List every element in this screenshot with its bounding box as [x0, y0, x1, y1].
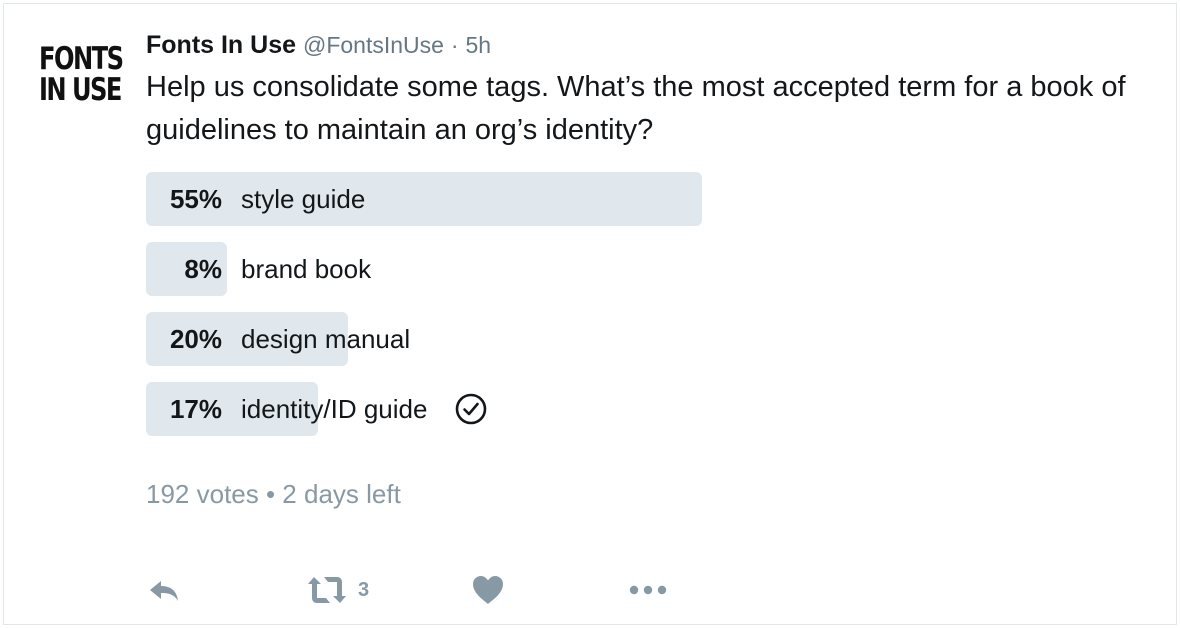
reply-button[interactable]: [146, 570, 182, 610]
author-handle[interactable]: @FontsInUse: [303, 32, 444, 58]
poll-label: identity/ID guide: [241, 394, 428, 424]
tweet-actions: 3: [146, 570, 706, 610]
poll-percent: 8%: [184, 254, 222, 284]
tweet-timestamp[interactable]: 5h: [466, 32, 492, 58]
poll-option-style-guide: 55% style guide: [146, 172, 766, 226]
poll-label-wrap: identity/ID guide: [241, 382, 487, 436]
poll-option-identity-guide: 17% identity/ID guide: [146, 382, 766, 436]
author-name[interactable]: Fonts In Use: [146, 31, 296, 59]
poll-percent: 55%: [169, 184, 222, 214]
poll-label: style guide: [241, 184, 366, 214]
avatar-text-line1: FONTS: [39, 41, 124, 77]
tweet-header: Fonts In Use @FontsInUse · 5h: [146, 30, 491, 60]
poll-bar: [146, 172, 702, 226]
poll: 55% style guide 8% brand book 20% design…: [146, 172, 766, 452]
more-icon: [629, 585, 667, 595]
poll-label: brand book: [241, 254, 372, 284]
retweet-count: 3: [358, 578, 370, 601]
poll-option-design-manual: 20% design manual: [146, 312, 766, 366]
retweet-icon: [308, 577, 346, 603]
retweet-button[interactable]: 3: [306, 570, 369, 610]
tweet-text: Help us consolidate some tags. What’s th…: [146, 71, 1126, 146]
avatar-text-line2: IN USE: [39, 72, 122, 108]
like-button[interactable]: [471, 570, 505, 610]
reply-icon: [150, 581, 178, 601]
poll-meta: 192 votes • 2 days left: [146, 479, 401, 509]
tweet-card: FONTS IN USE Fonts In Use @FontsInUse · …: [3, 3, 1177, 625]
more-button[interactable]: [626, 570, 670, 610]
poll-percent: 20%: [169, 324, 222, 354]
poll-percent: 17%: [169, 394, 222, 424]
check-circle-icon: [455, 393, 486, 425]
header-separator: ·: [450, 32, 459, 58]
avatar[interactable]: FONTS IN USE: [39, 41, 124, 110]
poll-option-brand-book: 8% brand book: [146, 242, 766, 296]
poll-label: design manual: [241, 324, 411, 354]
heart-icon: [473, 576, 503, 604]
